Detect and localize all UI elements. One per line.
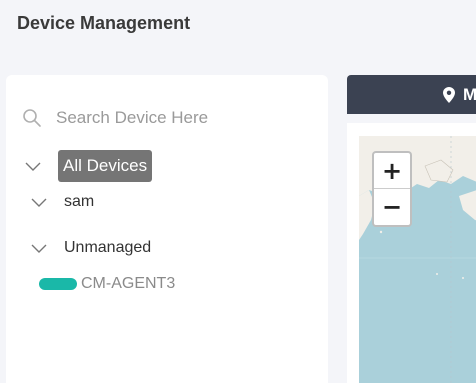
tree-node-label[interactable]: CM-AGENT3: [81, 275, 175, 293]
zoom-in-button[interactable]: +: [374, 153, 410, 189]
map-card: + −: [347, 123, 476, 383]
tree-node-unmanaged[interactable]: Unmanaged: [30, 239, 151, 257]
search-input[interactable]: [56, 107, 306, 129]
page-title: Device Management: [17, 13, 191, 33]
tree-node-label[interactable]: All Devices: [58, 150, 153, 182]
tree-node-sam[interactable]: sam: [30, 193, 94, 211]
tree-node-label[interactable]: sam: [64, 193, 94, 211]
tab-map[interactable]: M: [347, 75, 476, 114]
tree-node-all-devices[interactable]: All Devices: [24, 150, 153, 182]
tab-map-label[interactable]: M: [463, 85, 476, 105]
search-icon: [23, 109, 41, 127]
chevron-down-icon[interactable]: [30, 242, 48, 254]
search-bar: [22, 107, 312, 129]
chevron-down-icon[interactable]: [24, 160, 42, 172]
chevron-down-icon[interactable]: [30, 196, 48, 208]
device-status-indicator: [39, 278, 77, 290]
tree-node-device-cm-agent3[interactable]: CM-AGENT3: [39, 275, 175, 293]
tree-node-label[interactable]: Unmanaged: [64, 239, 151, 257]
map-pin-icon: [443, 86, 455, 103]
zoom-out-button[interactable]: −: [374, 189, 410, 225]
map-zoom-control: + −: [372, 151, 412, 227]
device-tree-panel: All Devices sam Unmanaged CM-AGENT3: [6, 75, 328, 383]
device-management-page: Device Management All Devices sam: [0, 0, 476, 383]
